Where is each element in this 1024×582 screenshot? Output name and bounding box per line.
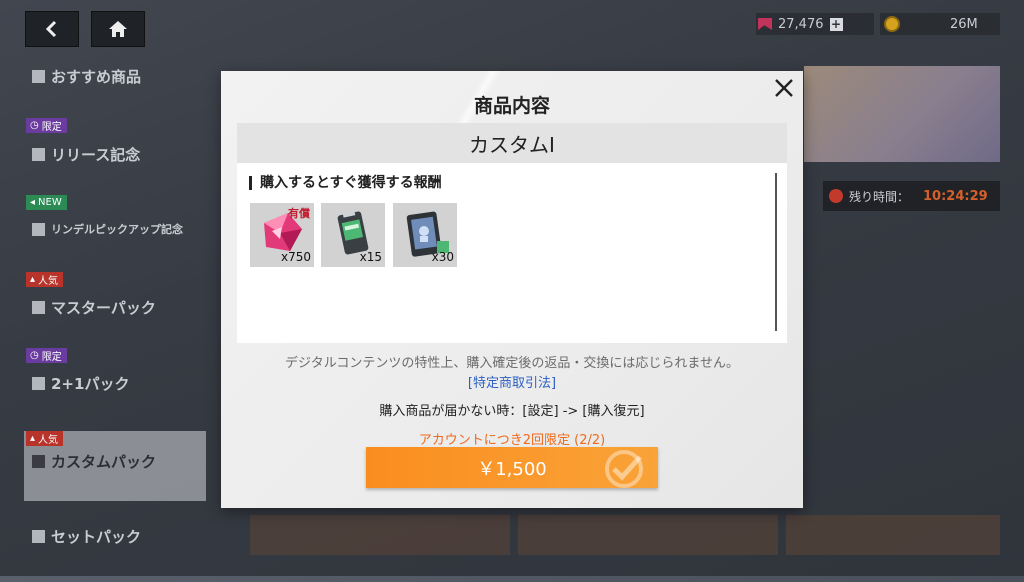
sidebar-item-custom[interactable]: ▴ 人気 カスタムパック xyxy=(24,431,206,501)
refund-notice: デジタルコンテンツの特性上、購入確定後の返品・交換には応じられません。 xyxy=(284,356,740,371)
add-gems-button[interactable]: + xyxy=(829,17,843,31)
speaker-icon: ◂ xyxy=(30,197,36,208)
bars-icon xyxy=(32,301,45,314)
sidebar-item-label: リンデルピックアップ記念 xyxy=(32,221,183,237)
sidebar-item-label: リリース記念 xyxy=(32,144,140,165)
sidebar-item-release[interactable]: ◷ 限定 リリース記念 xyxy=(24,118,206,188)
item-quantity: x750 xyxy=(280,250,311,264)
chevron-left-icon xyxy=(45,20,57,38)
home-button[interactable] xyxy=(91,11,145,47)
grid-icon xyxy=(32,377,45,390)
reward-list: 購入するとすぐ獲得する報酬 有償 x750 x15 x30 xyxy=(237,163,787,343)
gem-amount: 27,476 xyxy=(778,16,824,32)
item-quantity: x30 xyxy=(431,250,454,264)
clock-icon xyxy=(829,189,843,203)
modal-title: 商品内容 xyxy=(473,95,550,117)
star-icon xyxy=(32,70,45,83)
crown-icon xyxy=(32,148,45,161)
purchase-button[interactable]: ￥1,500 xyxy=(366,447,658,488)
gold-currency: 26M xyxy=(880,13,1000,35)
remaining-time: 残り時間： 10:24:29 xyxy=(823,181,1000,211)
sidebar-item-two-plus-one[interactable]: ◷ 限定 2+1パック xyxy=(24,348,206,418)
sidebar-item-set[interactable]: セットパック xyxy=(24,512,206,582)
sidebar-item-label: セットパック xyxy=(32,526,141,547)
gem-currency: 27,476 + xyxy=(756,13,874,35)
product-detail-modal: 商品内容 カスタムI 購入するとすぐ獲得する報酬 有償 x750 x15 x30… xyxy=(221,71,803,508)
popular-badge: ▴ 人気 xyxy=(26,431,64,446)
reward-item-device-card[interactable]: x30 xyxy=(393,203,457,267)
sidebar-item-recommended[interactable]: おすすめ商品 xyxy=(24,56,206,126)
sidebar-item-label: おすすめ商品 xyxy=(32,66,141,87)
gold-amount: 26M xyxy=(950,16,978,32)
background-card xyxy=(786,515,1000,555)
paid-badge: 有償 xyxy=(288,207,310,220)
reward-item-battery-pack[interactable]: x15 xyxy=(321,203,385,267)
flame-icon: ▴ xyxy=(30,274,36,285)
item-quantity: x15 xyxy=(359,250,382,264)
reward-item-gem[interactable]: 有償 x750 xyxy=(250,203,314,267)
gem-icon xyxy=(758,18,772,30)
sidebar-item-master[interactable]: ▴ 人気 マスターパック xyxy=(24,272,206,342)
close-icon[interactable] xyxy=(773,77,795,99)
scrollbar[interactable] xyxy=(775,173,777,331)
thumbs-up-icon xyxy=(32,222,45,236)
background-card xyxy=(518,515,778,555)
restore-purchase-note: 購入商品が届かない時：[設定] -> [購入復元] xyxy=(379,404,645,419)
sidebar-item-label: カスタムパック xyxy=(32,451,156,472)
commerce-law-link[interactable]: [特定商取引法] xyxy=(221,372,803,391)
clock-icon: ◷ xyxy=(30,120,39,131)
popular-badge: ▴ 人気 xyxy=(26,272,64,287)
gold-coin-icon xyxy=(884,16,900,32)
back-button[interactable] xyxy=(25,11,79,47)
sidebar-item-label: マスターパック xyxy=(32,297,156,318)
clock-icon: ◷ xyxy=(30,350,39,361)
background-card xyxy=(250,515,510,555)
reward-section-title: 購入するとすぐ獲得する報酬 xyxy=(249,176,442,190)
product-name: カスタムI xyxy=(237,123,787,163)
limited-badge: ◷ 限定 xyxy=(26,348,67,363)
checkmark-icon xyxy=(605,450,643,488)
download-icon xyxy=(32,455,45,468)
bars-icon xyxy=(32,530,45,543)
pack-banner-image xyxy=(804,66,1000,162)
purchase-limit-note: アカウントにつき2回限定 (2/2) xyxy=(418,433,606,448)
sidebar-item-pickup[interactable]: ◂ NEW リンデルピックアップ記念 xyxy=(24,195,206,265)
sidebar-item-label: 2+1パック xyxy=(32,373,129,394)
price-label: ￥1,500 xyxy=(477,458,547,480)
home-icon xyxy=(109,21,127,37)
flame-icon: ▴ xyxy=(30,433,36,444)
new-badge: ◂ NEW xyxy=(26,195,67,210)
limited-badge: ◷ 限定 xyxy=(26,118,67,133)
